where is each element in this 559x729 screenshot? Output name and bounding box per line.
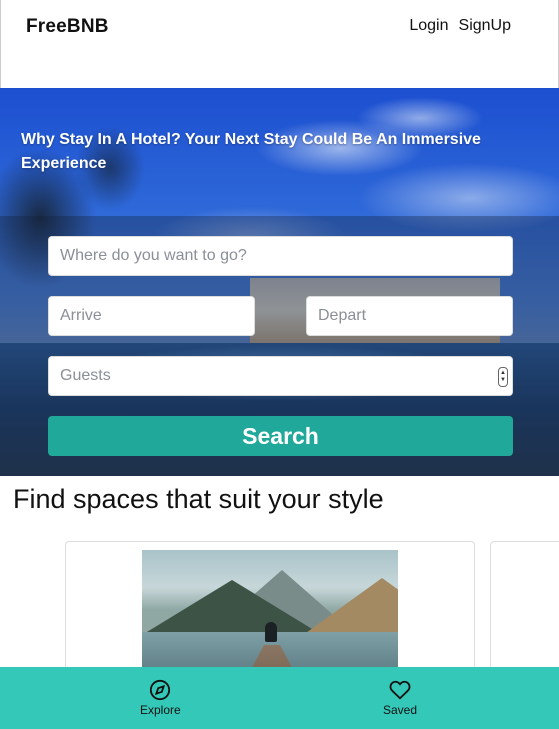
nav-explore-label: Explore — [140, 703, 181, 717]
signup-link[interactable]: SignUp — [459, 17, 511, 35]
bottom-nav: Explore Saved — [0, 667, 559, 729]
compass-icon — [150, 679, 171, 701]
hero-banner: Why Stay In A Hotel? Your Next Stay Coul… — [0, 88, 559, 476]
nav-saved[interactable]: Saved — [383, 679, 417, 717]
top-header: FreeBNB Login SignUp — [0, 0, 559, 88]
login-link[interactable]: Login — [409, 17, 448, 35]
depart-date-input[interactable]: Depart — [306, 296, 513, 336]
brand-logo[interactable]: FreeBNB — [26, 16, 109, 38]
section-title: Find spaces that suit your style — [13, 484, 384, 514]
guests-placeholder: Guests — [60, 367, 111, 384]
arrive-placeholder: Arrive — [60, 307, 102, 324]
arrive-date-input[interactable]: Arrive — [48, 296, 255, 336]
heart-icon — [389, 680, 411, 700]
guests-input[interactable]: Guests ▲ ▼ — [48, 356, 513, 396]
nav-explore[interactable]: Explore — [140, 679, 181, 717]
guests-stepper-icon[interactable]: ▲ ▼ — [498, 367, 508, 387]
hero-title: Why Stay In A Hotel? Your Next Stay Coul… — [21, 131, 481, 172]
destination-placeholder: Where do you want to go? — [60, 247, 247, 264]
header-nav: Login SignUp — [409, 17, 511, 35]
search-button[interactable]: Search — [48, 416, 513, 456]
depart-placeholder: Depart — [318, 307, 367, 324]
destination-input[interactable]: Where do you want to go? — [48, 236, 513, 276]
nav-saved-label: Saved — [383, 703, 418, 717]
